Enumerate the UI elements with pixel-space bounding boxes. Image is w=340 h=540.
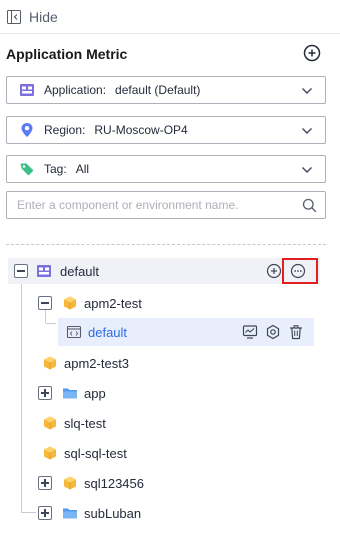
hide-label: Hide <box>29 8 58 25</box>
location-pin-icon <box>19 122 35 138</box>
tree-node-label: default <box>88 325 128 340</box>
tree-node-sql123456[interactable]: sql123456 <box>36 470 320 496</box>
tag-key: Tag: <box>44 162 67 176</box>
application-icon <box>19 82 35 98</box>
delete-icon[interactable] <box>288 324 304 340</box>
cube-icon <box>42 415 58 431</box>
expand-node-icon[interactable] <box>38 506 52 520</box>
monitor-icon[interactable] <box>242 324 258 340</box>
cube-icon <box>62 475 78 491</box>
tree-guide-line <box>46 323 56 324</box>
region-select[interactable]: Region: RU-Moscow-OP4 <box>6 116 326 144</box>
cube-icon <box>42 355 58 371</box>
expand-node-icon[interactable] <box>38 386 52 400</box>
add-circle-icon[interactable] <box>303 44 321 62</box>
tree-guide-line <box>21 278 22 513</box>
tree-node-label: subLuban <box>84 506 142 521</box>
search-icon[interactable] <box>302 198 317 213</box>
chevron-down-icon <box>301 125 313 137</box>
folder-icon <box>62 505 78 521</box>
tree-node-label: sql-sql-test <box>64 446 127 461</box>
tag-value: All <box>75 162 90 176</box>
tree-node-label: slq-test <box>64 416 106 431</box>
environment-code-icon <box>66 324 82 340</box>
tag-select[interactable]: Tag: All <box>6 155 326 183</box>
tree-node-label: app <box>84 386 106 401</box>
add-circle-icon[interactable] <box>266 263 282 279</box>
tree-node-apm2-test3[interactable]: apm2-test3 <box>36 350 320 376</box>
cube-icon <box>42 445 58 461</box>
collapse-panel-icon <box>7 9 21 24</box>
tag-icon <box>19 161 35 177</box>
settings-icon[interactable] <box>265 324 281 340</box>
highlight-box <box>282 258 318 284</box>
hide-panel-toggle[interactable]: Hide <box>0 0 340 34</box>
tree-node-default-application[interactable]: default <box>8 258 320 284</box>
tree-node-app[interactable]: app <box>36 380 320 406</box>
collapse-node-icon[interactable] <box>38 296 52 310</box>
region-key: Region: <box>44 123 86 137</box>
tree-node-label: apm2-test3 <box>64 356 130 371</box>
folder-icon <box>62 385 78 401</box>
tree-node-default-environment[interactable]: default <box>58 318 314 346</box>
expand-node-icon[interactable] <box>38 476 52 490</box>
application-select[interactable]: Application: default (Default) <box>6 76 326 104</box>
tree-node-subluban[interactable]: subLuban <box>36 500 320 526</box>
tree-node-sql-sql-test[interactable]: sql-sql-test <box>36 440 320 466</box>
tree-guide-line <box>22 512 36 513</box>
tree-node-apm2-test[interactable]: apm2-test <box>36 290 320 316</box>
application-value: default (Default) <box>115 83 201 97</box>
tree-node-label: default <box>60 264 100 279</box>
region-value: RU-Moscow-OP4 <box>94 123 188 137</box>
tree-node-slq-test[interactable]: slq-test <box>36 410 320 436</box>
search-box <box>6 191 326 219</box>
collapse-node-icon[interactable] <box>14 264 28 278</box>
cube-icon <box>62 295 78 311</box>
tree-node-label: sql123456 <box>84 476 144 491</box>
application-icon <box>36 263 52 279</box>
tree-node-label: apm2-test <box>84 296 142 311</box>
panel-title: Application Metric <box>6 46 128 62</box>
application-key: Application: <box>44 83 107 97</box>
chevron-down-icon <box>301 85 313 97</box>
search-input[interactable] <box>7 192 287 218</box>
divider <box>6 244 326 245</box>
chevron-down-icon <box>301 164 313 176</box>
